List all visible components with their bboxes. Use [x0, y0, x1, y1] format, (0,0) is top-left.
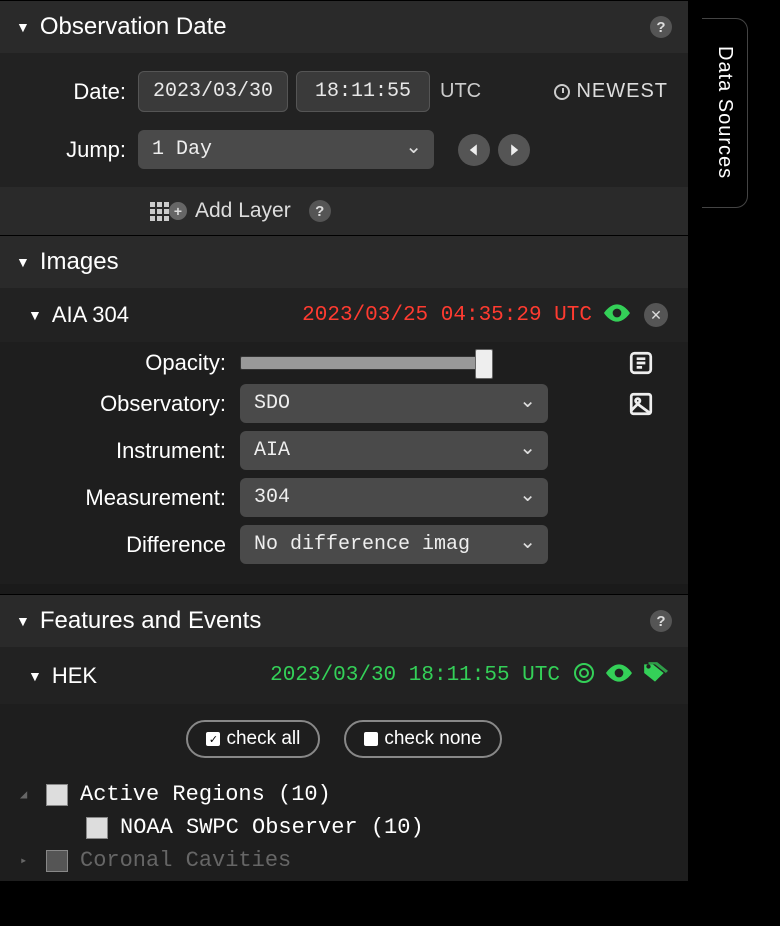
section-title: Observation Date	[40, 13, 227, 41]
checkbox-icon: ✓	[206, 732, 220, 746]
target-icon[interactable]	[572, 661, 596, 690]
collapse-icon[interactable]: ▼	[28, 307, 42, 323]
arrow-left-icon	[467, 143, 481, 157]
observation-date-header[interactable]: ▼ Observation Date ?	[0, 0, 688, 53]
caret-icon: ▸	[20, 853, 34, 868]
tree-item[interactable]: ▸ Coronal Cavities	[20, 844, 668, 877]
hek-header: ▼ HEK 2023/03/30 18:11:55 UTC	[0, 647, 688, 704]
collapse-icon: ▼	[16, 19, 30, 35]
arrow-right-icon	[507, 143, 521, 157]
tags-icon[interactable]	[642, 662, 668, 689]
tree-checkbox[interactable]	[46, 784, 68, 806]
eye-icon[interactable]	[604, 304, 630, 327]
check-all-button[interactable]: ✓ check all	[186, 720, 320, 758]
tree-checkbox[interactable]	[86, 817, 108, 839]
jump-select[interactable]: 1 Day	[138, 130, 434, 169]
section-title: Images	[40, 248, 119, 276]
data-sources-tab[interactable]: Data Sources	[702, 18, 748, 208]
observatory-select[interactable]: SDO	[240, 384, 548, 423]
eye-icon[interactable]	[606, 664, 632, 687]
time-input[interactable]	[296, 71, 430, 112]
save-icon[interactable]	[628, 350, 654, 376]
help-icon[interactable]: ?	[650, 610, 672, 632]
date-label: Date:	[20, 79, 138, 105]
tree-label: Active Regions (10)	[80, 782, 331, 807]
newest-button[interactable]: NEWEST	[554, 80, 668, 103]
tree-label: Coronal Cavities	[80, 848, 291, 873]
tree-item[interactable]: ◢ Active Regions (10)	[20, 778, 668, 811]
instrument-label: Instrument:	[20, 438, 240, 464]
clock-icon	[554, 84, 570, 100]
caret-icon: ◢	[20, 787, 34, 802]
check-none-button[interactable]: check none	[344, 720, 501, 758]
difference-label: Difference	[20, 532, 240, 558]
slider-thumb[interactable]	[475, 349, 493, 379]
help-icon[interactable]: ?	[309, 200, 331, 222]
features-header[interactable]: ▼ Features and Events ?	[0, 594, 688, 647]
help-icon[interactable]: ?	[650, 16, 672, 38]
collapse-icon[interactable]: ▼	[28, 668, 42, 684]
utc-label: UTC	[440, 80, 481, 103]
checkbox-icon	[364, 732, 378, 746]
instrument-select[interactable]: AIA	[240, 431, 548, 470]
jump-forward-button[interactable]	[498, 134, 530, 166]
collapse-icon: ▼	[16, 613, 30, 629]
collapse-icon: ▼	[16, 254, 30, 270]
opacity-label: Opacity:	[20, 350, 240, 376]
section-title: Features and Events	[40, 607, 261, 635]
date-input[interactable]	[138, 71, 288, 112]
grid-icon[interactable]	[150, 202, 169, 221]
observatory-label: Observatory:	[20, 391, 240, 417]
hek-title: HEK	[52, 663, 97, 689]
opacity-slider[interactable]	[240, 356, 490, 370]
tree-label: NOAA SWPC Observer (10)	[120, 815, 424, 840]
layer-header: ▼ AIA 304 2023/03/25 04:35:29 UTC ✕	[0, 288, 688, 342]
tree-item[interactable]: NOAA SWPC Observer (10)	[60, 811, 668, 844]
image-icon[interactable]	[628, 391, 654, 417]
jump-back-button[interactable]	[458, 134, 490, 166]
close-icon[interactable]: ✕	[644, 303, 668, 327]
plus-icon: +	[169, 202, 187, 220]
hek-timestamp: 2023/03/30 18:11:55 UTC	[270, 664, 560, 687]
difference-select[interactable]: No difference imag	[240, 525, 548, 564]
jump-label: Jump:	[20, 137, 138, 163]
add-layer-button[interactable]: + Add Layer	[169, 199, 291, 223]
measurement-label: Measurement:	[20, 485, 240, 511]
layer-name: AIA 304	[52, 302, 129, 328]
images-header[interactable]: ▼ Images	[0, 235, 688, 288]
layer-timestamp: 2023/03/25 04:35:29 UTC	[302, 304, 592, 327]
measurement-select[interactable]: 304	[240, 478, 548, 517]
tree-checkbox[interactable]	[46, 850, 68, 872]
